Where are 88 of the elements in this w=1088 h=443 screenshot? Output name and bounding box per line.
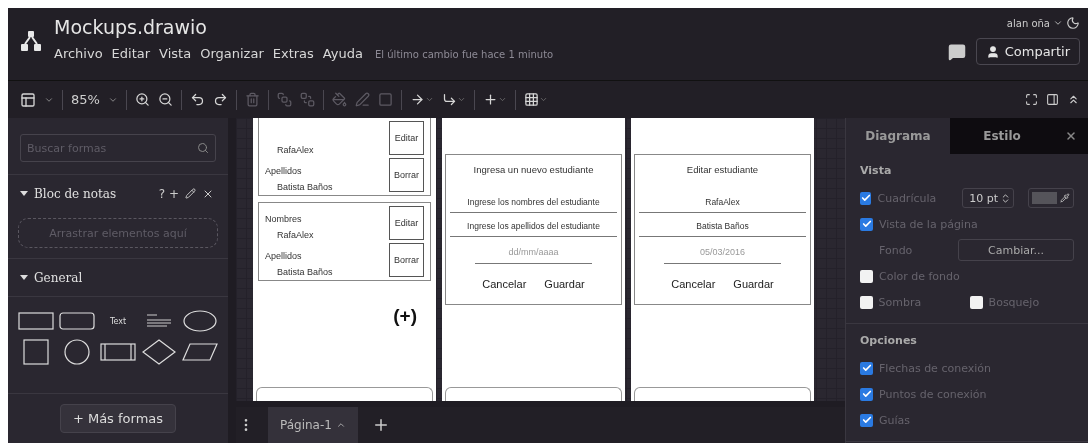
mockup-button[interactable]: Cancelar <box>482 278 527 290</box>
menu-item[interactable]: Archivo <box>54 46 103 61</box>
checkbox[interactable] <box>970 295 983 309</box>
menu-item[interactable]: Vista <box>159 46 192 61</box>
user-name[interactable]: alan oña <box>1006 17 1050 29</box>
waypoints-icon[interactable] <box>441 92 457 107</box>
option-label: Sombra <box>878 295 923 309</box>
more-shapes-button[interactable]: + Más formas <box>59 404 177 433</box>
field-value: RafaAlex <box>276 145 314 155</box>
mockup-button[interactable]: Guardar <box>733 278 774 290</box>
change-button[interactable]: Cambiar... <box>958 239 1074 261</box>
field-value: RafaAlex <box>276 230 314 240</box>
panel-icon[interactable] <box>1046 93 1059 106</box>
mockup-button[interactable]: Borrar <box>389 158 424 192</box>
section-actions[interactable]: ? + <box>158 186 179 201</box>
menu-item[interactable]: Organizar <box>200 46 264 61</box>
option-label: Flechas de conexión <box>879 361 991 375</box>
checkbox[interactable] <box>860 269 873 283</box>
expand-triangle-icon[interactable] <box>20 189 28 198</box>
option-label: Color de fondo <box>879 269 960 283</box>
mockup-button[interactable]: Cancelar <box>671 278 716 290</box>
edit-icon[interactable] <box>185 188 196 199</box>
moon-icon[interactable] <box>1066 16 1080 30</box>
stepper-icon[interactable] <box>1000 192 1011 204</box>
field-value: Batista Baños <box>276 267 333 277</box>
checkbox[interactable] <box>860 361 873 375</box>
option-label: Puntos de conexión <box>879 387 987 401</box>
option-label: Guías <box>879 413 911 427</box>
comments-icon[interactable] <box>947 42 966 61</box>
checkbox[interactable] <box>860 217 873 231</box>
option-label: Fondo <box>878 243 913 257</box>
field-label: Apellidos <box>265 166 303 176</box>
fullscreen-icon[interactable] <box>1025 93 1038 106</box>
ellipse-shape-icon[interactable] <box>182 309 218 333</box>
mockup-button[interactable]: Editar <box>389 206 424 240</box>
insert-icon[interactable] <box>482 92 498 107</box>
caret-icon <box>335 420 346 430</box>
user-icon <box>985 44 1000 59</box>
grid-color-picker[interactable] <box>1028 188 1074 208</box>
date-field: 05/03/2016 <box>664 237 781 264</box>
rectangle-shape-icon[interactable] <box>18 309 54 333</box>
section-title: Opciones <box>860 334 918 347</box>
checkbox[interactable] <box>860 191 872 205</box>
zoom-level[interactable]: 85% <box>71 92 100 107</box>
checkbox[interactable] <box>860 413 873 427</box>
form-title: Editar estudiante <box>686 163 759 177</box>
text-shape[interactable]: Text <box>109 316 127 326</box>
expand-triangle-icon[interactable] <box>20 273 28 282</box>
checkbox[interactable] <box>860 387 873 401</box>
panel-tab[interactable]: Estilo <box>950 118 1054 154</box>
rounded-rectangle-shape-icon[interactable] <box>59 309 95 333</box>
checkbox[interactable] <box>860 295 873 309</box>
date-field: dd/mm/aaaa <box>475 237 592 264</box>
close-icon[interactable] <box>1065 130 1077 142</box>
zoom-in-icon[interactable] <box>134 92 150 107</box>
add-symbol: (+) <box>393 305 417 327</box>
grid-size-field[interactable]: 10 pt <box>962 188 1014 208</box>
search-icon <box>197 142 209 154</box>
menu-item[interactable]: Editar <box>111 46 151 61</box>
collapse-icon[interactable] <box>1067 93 1080 106</box>
redo-icon[interactable] <box>212 92 228 107</box>
option-label: Bosquejo <box>988 295 1041 309</box>
menu-item[interactable]: Extras <box>272 46 314 61</box>
form-title: Ingresa un nuevo estudiante <box>473 163 594 177</box>
field-label: Nombres <box>265 214 303 224</box>
last-change-status[interactable]: El último cambio fue hace 1 minuto <box>375 49 554 60</box>
layout-icon[interactable] <box>20 91 36 108</box>
section-title[interactable]: Bloc de notas <box>34 186 153 201</box>
document-title[interactable]: Mockups.drawio <box>54 16 936 38</box>
app-logo-icon <box>20 30 42 52</box>
connection-icon[interactable] <box>409 92 425 107</box>
pipette-icon <box>1060 193 1070 203</box>
share-button[interactable]: Compartir <box>975 38 1080 65</box>
page-tab[interactable]: Página-1 <box>268 407 358 443</box>
mockup-button[interactable]: Editar <box>389 121 424 155</box>
field-label: Apellidos <box>265 251 303 261</box>
section-title: Vista <box>860 164 893 177</box>
undo-icon[interactable] <box>189 92 205 107</box>
caret-icon[interactable] <box>1053 18 1063 28</box>
section-title[interactable]: General <box>34 270 214 285</box>
zoom-out-icon[interactable] <box>157 92 173 107</box>
mockup-button[interactable]: Guardar <box>544 278 585 290</box>
field-value: Batista Baños <box>276 182 333 192</box>
table-icon[interactable] <box>523 92 539 107</box>
mockup-button[interactable]: Borrar <box>389 243 424 277</box>
menu-item[interactable]: Ayuda <box>322 46 363 61</box>
option-label: Cuadrícula <box>877 191 937 205</box>
diamond-shape-icon[interactable] <box>141 339 177 365</box>
